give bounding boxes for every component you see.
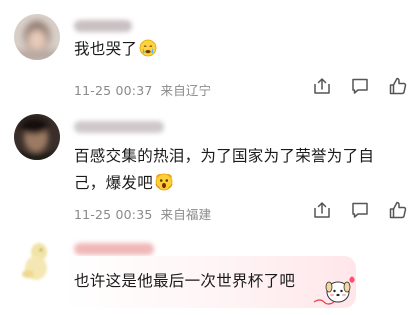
avatar[interactable] bbox=[14, 238, 60, 284]
share-icon[interactable] bbox=[312, 200, 332, 220]
cute-dog-sticker bbox=[312, 272, 356, 312]
username[interactable] bbox=[74, 20, 132, 32]
comment-item: 百感交集的热泪，为了国家为了荣誉为了自 己，爆发吧 11-25 00:35 来自福… bbox=[0, 108, 420, 234]
location: 来自福建 bbox=[160, 207, 212, 222]
location: 来自辽宁 bbox=[160, 83, 212, 98]
crying-face-emoji bbox=[139, 39, 157, 66]
like-icon[interactable] bbox=[388, 76, 408, 96]
avatar[interactable] bbox=[14, 14, 60, 60]
comment-icon[interactable] bbox=[350, 200, 370, 220]
avatar[interactable] bbox=[14, 114, 60, 160]
share-icon[interactable] bbox=[312, 76, 332, 96]
comment-actions bbox=[294, 200, 408, 220]
comment-item: 也许这是他最后一次世界杯了吧 bbox=[0, 234, 420, 315]
scream-face-emoji bbox=[155, 173, 173, 200]
comment-icon[interactable] bbox=[350, 76, 370, 96]
comment-text: 我也哭了 bbox=[74, 36, 157, 66]
comment-item: 我也哭了 11-25 00:37 来自辽宁 bbox=[0, 0, 420, 108]
timestamp: 11-25 00:37 bbox=[74, 83, 153, 98]
comment-meta: 11-25 00:37 来自辽宁 bbox=[74, 80, 211, 99]
comment-actions bbox=[294, 76, 408, 96]
comment-feed: 我也哭了 11-25 00:37 来自辽宁 百感交集的热泪，为了国家为了荣誉为了… bbox=[0, 0, 420, 315]
username[interactable] bbox=[74, 243, 154, 255]
comment-text: 也许这是他最后一次世界杯了吧 bbox=[74, 272, 296, 290]
comment-meta: 11-25 00:35 来自福建 bbox=[74, 204, 211, 223]
timestamp: 11-25 00:35 bbox=[74, 207, 153, 222]
comment-text: 百感交集的热泪，为了国家为了荣誉为了自 己，爆发吧 bbox=[74, 143, 374, 200]
username[interactable] bbox=[74, 121, 164, 133]
like-icon[interactable] bbox=[388, 200, 408, 220]
